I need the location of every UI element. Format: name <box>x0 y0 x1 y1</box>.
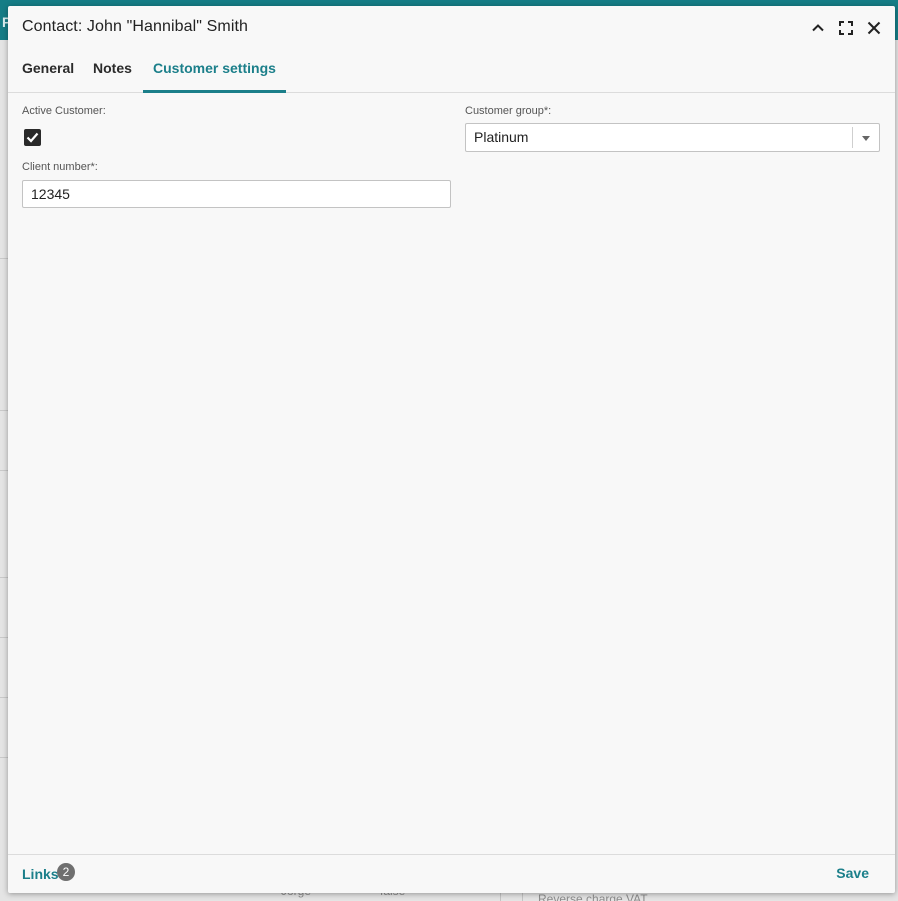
fullscreen-icon[interactable] <box>837 19 855 37</box>
client-number-label: Client number*: <box>22 161 98 173</box>
chevron-down-icon[interactable] <box>862 136 870 141</box>
tab-general[interactable]: General <box>12 52 84 90</box>
dialog-title: Contact: John "Hannibal" Smith <box>22 18 249 35</box>
dialog-footer: Links 2 Save <box>8 854 895 894</box>
close-icon[interactable] <box>865 19 883 37</box>
chevron-up-icon[interactable] <box>809 19 827 37</box>
client-number-input[interactable] <box>22 180 451 208</box>
active-customer-checkbox[interactable] <box>24 129 41 146</box>
links-link[interactable]: Links <box>22 866 59 882</box>
tab-notes[interactable]: Notes <box>83 52 142 90</box>
links-count-badge: 2 <box>57 863 75 881</box>
customer-group-select[interactable]: Platinum <box>465 123 880 152</box>
active-customer-label: Active Customer: <box>22 105 106 117</box>
save-button[interactable]: Save <box>836 865 869 881</box>
tab-customer-settings[interactable]: Customer settings <box>143 52 286 93</box>
background-column-divider <box>522 893 523 901</box>
dialog-tabs: General Notes Customer settings <box>8 52 895 93</box>
dialog-header: Contact: John "Hannibal" Smith <box>8 6 895 50</box>
customer-group-label: Customer group*: <box>465 105 552 117</box>
customer-group-value: Platinum <box>474 129 529 145</box>
contact-dialog: Contact: John "Hannibal" Smith General N… <box>8 6 895 893</box>
background-column-divider <box>500 893 501 901</box>
select-divider <box>852 127 853 148</box>
